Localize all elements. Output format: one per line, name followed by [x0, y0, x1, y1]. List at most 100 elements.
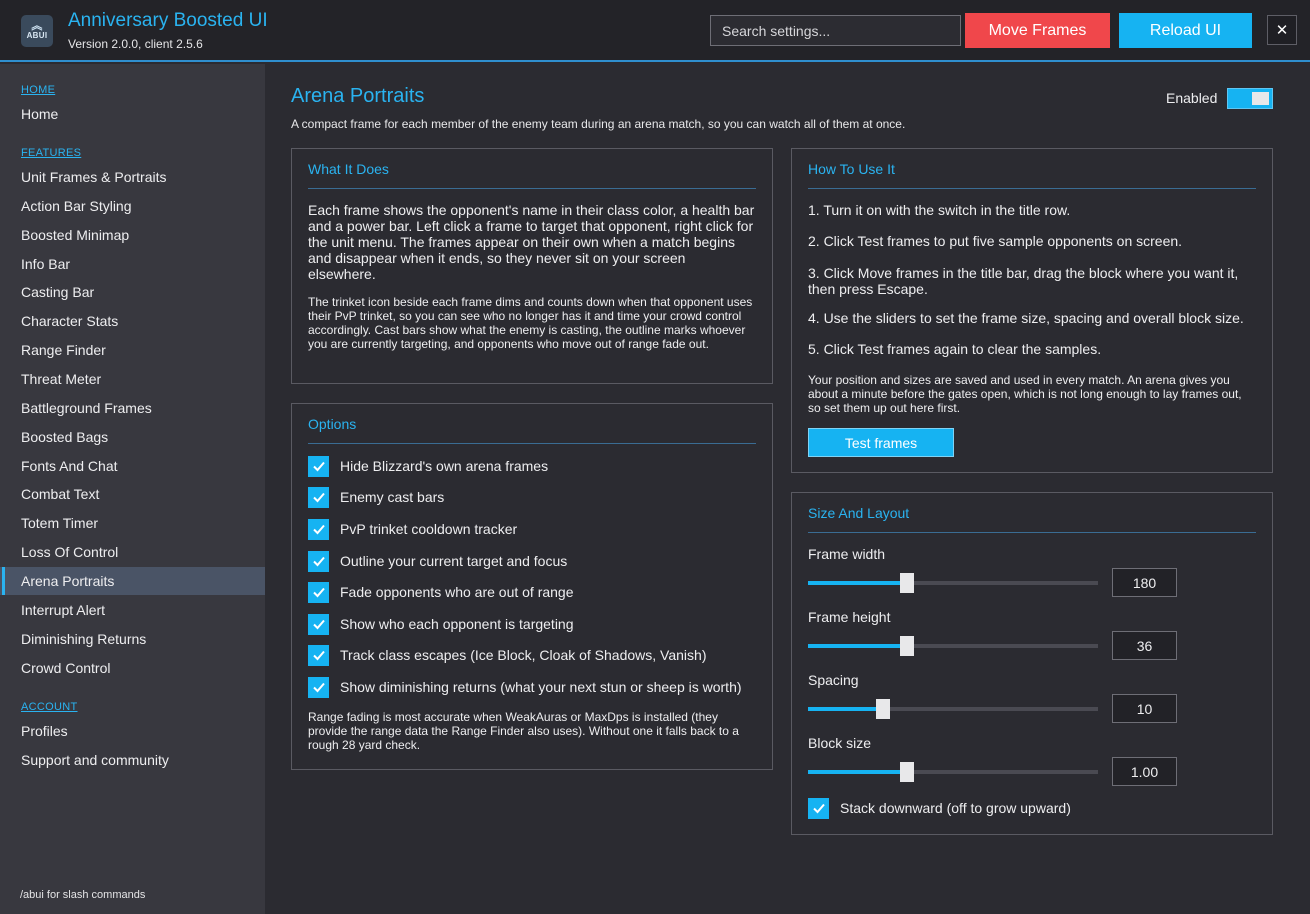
sidebar-item-boosted-bags[interactable]: Boosted Bags — [0, 423, 265, 451]
slider-thumb[interactable] — [899, 762, 914, 782]
checkbox-label: Hide Blizzard's own arena frames — [340, 458, 549, 474]
check-icon — [312, 461, 325, 472]
sidebar-item-action-bar-styling[interactable]: Action Bar Styling — [0, 192, 265, 220]
sidebar-item-interrupt-alert[interactable]: Interrupt Alert — [0, 596, 265, 624]
panel-divider — [308, 443, 756, 444]
step-5: 5. Click Test frames again to clear the … — [808, 341, 1102, 357]
option-checkbox[interactable]: Fade opponents who are out of range — [308, 581, 574, 603]
checkbox-box[interactable] — [308, 613, 329, 635]
title-bar: ︽ ABUI Anniversary Boosted UI Version 2.… — [0, 0, 1310, 62]
nav-category-home: HOME — [21, 84, 56, 96]
sidebar-item-combat-text[interactable]: Combat Text — [0, 480, 265, 508]
sidebar-item-casting-bar[interactable]: Casting Bar — [0, 278, 265, 306]
how-to-use-note: Your position and sizes are saved and us… — [808, 373, 1242, 415]
checkbox-label: Show who each opponent is targeting — [340, 616, 574, 632]
sidebar-item-threat-meter[interactable]: Threat Meter — [0, 365, 265, 393]
slider-track[interactable] — [808, 699, 1098, 719]
app-version: Version 2.0.0, client 2.5.6 — [68, 37, 203, 51]
sidebar-item-totem-timer[interactable]: Totem Timer — [0, 509, 265, 537]
sidebar-item-profiles[interactable]: Profiles — [0, 717, 265, 745]
slider-fill — [808, 581, 907, 585]
sidebar-item-range-finder[interactable]: Range Finder — [0, 336, 265, 364]
enabled-label: Enabled — [1166, 90, 1218, 106]
checkbox-box[interactable] — [308, 644, 329, 666]
slider-thumb[interactable] — [899, 573, 914, 593]
what-it-does-text: Each frame shows the opponent's name in … — [308, 202, 755, 282]
check-icon — [312, 492, 325, 503]
sidebar-item-info-bar[interactable]: Info Bar — [0, 250, 265, 278]
slider-track[interactable] — [808, 573, 1098, 593]
slider-value-input[interactable]: 36 — [1112, 631, 1177, 660]
checkbox-box[interactable] — [308, 581, 329, 603]
enabled-toggle[interactable] — [1227, 88, 1273, 109]
slider-value-input[interactable]: 10 — [1112, 694, 1177, 723]
slider-label: Block size — [808, 735, 872, 751]
panel-divider — [808, 188, 1256, 189]
reload-ui-button[interactable]: Reload UI — [1119, 13, 1252, 48]
sidebar: HOME Home FEATURES Unit Frames & Portrai… — [0, 64, 265, 914]
test-frames-button[interactable]: Test frames — [808, 428, 954, 457]
sidebar-item-unit-frames[interactable]: Unit Frames & Portraits — [0, 163, 265, 191]
panel-divider — [308, 188, 756, 189]
option-checkbox[interactable]: Track class escapes (Ice Block, Cloak of… — [308, 644, 706, 666]
slider-thumb[interactable] — [876, 699, 891, 719]
checkbox-box[interactable] — [308, 518, 329, 540]
sidebar-item-loss-of-control[interactable]: Loss Of Control — [0, 538, 265, 566]
slider-track[interactable] — [808, 762, 1098, 782]
sidebar-item-home[interactable]: Home — [0, 100, 265, 128]
checkbox-box[interactable] — [308, 486, 329, 508]
slider-value-input[interactable]: 1.00 — [1112, 757, 1177, 786]
panel-title: Options — [308, 416, 357, 432]
checkbox-label: PvP trinket cooldown tracker — [340, 521, 518, 537]
panel-title: Size And Layout — [808, 505, 910, 521]
slider-fill — [808, 770, 907, 774]
sidebar-item-arena-portraits[interactable]: Arena Portraits — [0, 567, 265, 595]
step-2: 2. Click Test frames to put five sample … — [808, 233, 1183, 249]
checkbox-box[interactable] — [308, 676, 329, 698]
slider-track[interactable] — [808, 636, 1098, 656]
option-checkbox[interactable]: Show who each opponent is targeting — [308, 613, 574, 635]
step-3: 3. Click Move frames in the title bar, d… — [808, 265, 1239, 297]
option-checkbox[interactable]: Outline your current target and focus — [308, 550, 567, 572]
what-it-does-panel: What It Does Each frame shows the oppone… — [291, 148, 773, 384]
nav-category-account: ACCOUNT — [21, 701, 78, 713]
slider-thumb[interactable] — [899, 636, 914, 656]
move-frames-button[interactable]: Move Frames — [965, 13, 1110, 48]
close-button[interactable]: ✕ — [1267, 15, 1297, 45]
sidebar-item-support[interactable]: Support and community — [0, 746, 265, 774]
toggle-knob — [1252, 92, 1269, 105]
checkbox-box[interactable] — [308, 550, 329, 572]
sidebar-item-character-stats[interactable]: Character Stats — [0, 307, 265, 335]
options-panel: Options Hide Blizzard's own arena frames… — [291, 403, 773, 770]
check-icon — [812, 803, 825, 814]
sidebar-item-diminishing-returns[interactable]: Diminishing Returns — [0, 625, 265, 653]
option-checkbox[interactable]: Hide Blizzard's own arena frames — [308, 455, 548, 477]
checkbox-box[interactable] — [308, 455, 329, 477]
nav-category-features: FEATURES — [21, 147, 82, 159]
checkbox-box[interactable] — [808, 797, 829, 819]
sidebar-item-fonts-and-chat[interactable]: Fonts And Chat — [0, 452, 265, 480]
slider-label: Frame width — [808, 546, 886, 562]
option-checkbox[interactable]: Show diminishing returns (what your next… — [308, 676, 742, 698]
app-logo: ︽ ABUI — [21, 15, 53, 47]
option-checkbox[interactable]: Enemy cast bars — [308, 486, 444, 508]
panel-divider — [808, 532, 1256, 533]
page-description: A compact frame for each member of the e… — [291, 117, 906, 131]
checkbox-label: Track class escapes (Ice Block, Cloak of… — [340, 647, 707, 663]
option-checkbox[interactable]: PvP trinket cooldown tracker — [308, 518, 517, 540]
checkbox-label: Stack downward (off to grow upward) — [840, 800, 1071, 816]
check-icon — [312, 619, 325, 630]
panel-title: What It Does — [308, 161, 389, 177]
what-it-does-detail: The trinket icon beside each frame dims … — [308, 295, 753, 351]
sidebar-item-crowd-control[interactable]: Crowd Control — [0, 654, 265, 682]
logo-text: ABUI — [26, 31, 48, 40]
sidebar-item-battleground-frames[interactable]: Battleground Frames — [0, 394, 265, 422]
search-input[interactable] — [710, 15, 961, 46]
app-title: Anniversary Boosted UI — [68, 10, 268, 31]
checkbox-label: Fade opponents who are out of range — [340, 584, 574, 600]
sidebar-item-boosted-minimap[interactable]: Boosted Minimap — [0, 221, 265, 249]
check-icon — [312, 682, 325, 693]
stack-downward-checkbox[interactable]: Stack downward (off to grow upward) — [808, 797, 1071, 819]
check-icon — [312, 650, 325, 661]
slider-value-input[interactable]: 180 — [1112, 568, 1177, 597]
